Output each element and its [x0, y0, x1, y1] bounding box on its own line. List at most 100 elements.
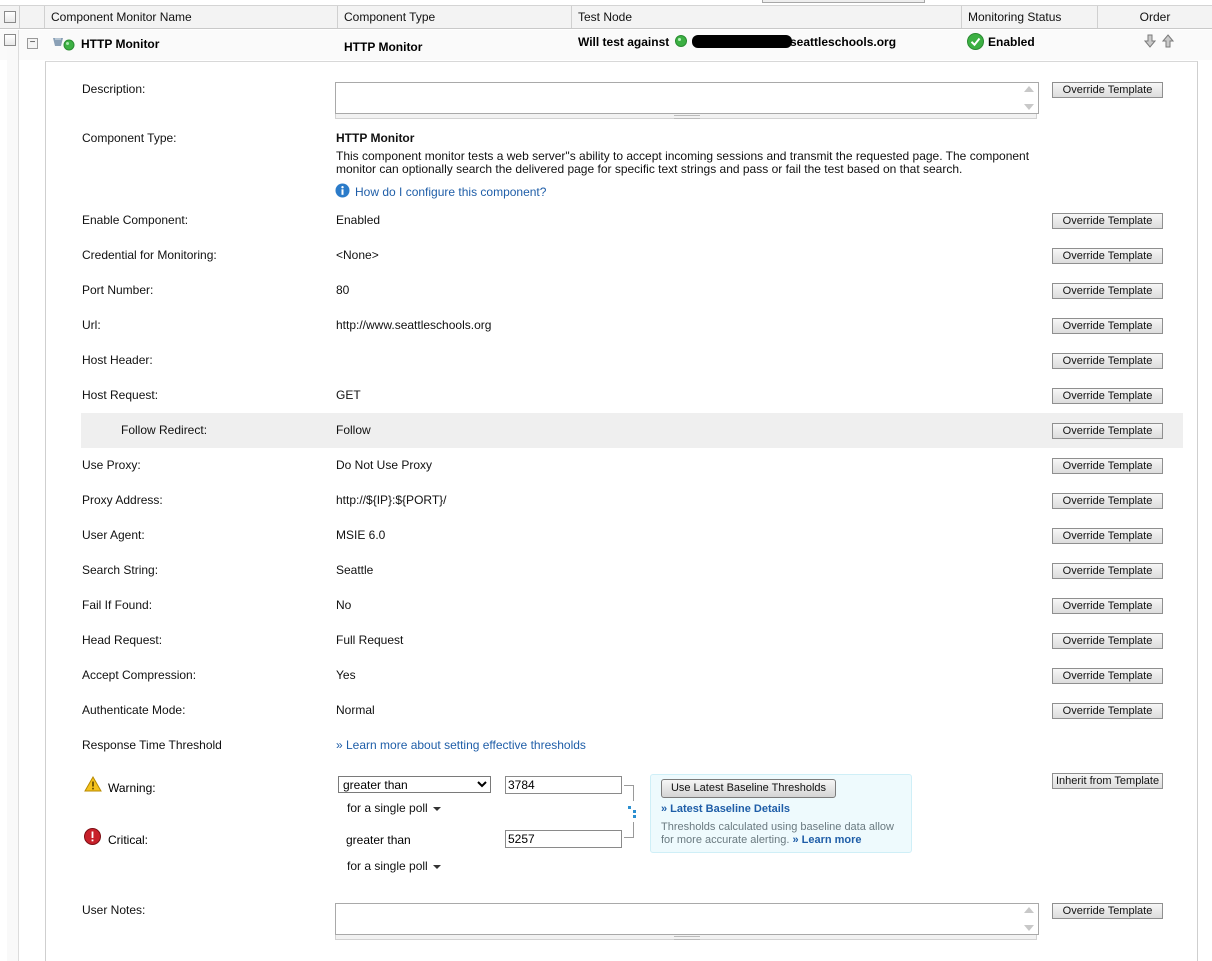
host-header-label: Host Header: [82, 353, 153, 367]
override-template-button[interactable]: Override Template [1052, 283, 1163, 299]
override-template-button[interactable]: Override Template [1052, 903, 1163, 919]
scroll-up-icon[interactable] [1024, 907, 1034, 913]
override-template-button[interactable]: Override Template [1052, 668, 1163, 684]
component-type: HTTP Monitor [344, 40, 423, 54]
header-test-node[interactable]: Test Node [572, 6, 962, 28]
component-type-label: Component Type: [82, 131, 177, 145]
move-up-icon[interactable] [1162, 34, 1174, 48]
test-node-prefix: Will test against [578, 35, 670, 49]
chevron-down-icon [432, 807, 441, 811]
link-dots-icon [628, 806, 636, 818]
row-checkbox[interactable] [4, 34, 16, 46]
threshold-learn-more-link[interactable]: » Learn more about setting effective thr… [336, 738, 586, 752]
search-string-label: Search String: [82, 563, 159, 577]
test-node-host[interactable]: seattleschools.org [790, 35, 896, 49]
http-monitor-icon [53, 38, 75, 51]
baseline-note: Thresholds calculated using baseline dat… [661, 821, 906, 847]
select-all-checkbox[interactable] [4, 11, 16, 23]
user-notes-textarea[interactable] [335, 903, 1039, 935]
enabled-check-icon [967, 33, 984, 50]
override-template-button[interactable]: Override Template [1052, 213, 1163, 229]
search-string-value: Seattle [336, 563, 374, 577]
url-value: http://www.seattleschools.org [336, 318, 492, 332]
override-template-button[interactable]: Override Template [1052, 353, 1163, 369]
user-notes-scrollbar[interactable] [1022, 904, 1038, 934]
follow-redirect-label: Follow Redirect: [121, 423, 208, 437]
fail-if-found-label: Fail If Found: [82, 598, 153, 612]
warning-label: Warning: [108, 781, 156, 795]
critical-poll-dropdown[interactable]: for a single poll [347, 859, 441, 873]
header-blank-cell [20, 6, 45, 28]
user-agent-value: MSIE 6.0 [336, 528, 386, 542]
node-up-icon [675, 35, 687, 47]
chevron-down-icon [432, 865, 441, 869]
critical-icon [84, 828, 101, 845]
user-notes-resize-grip[interactable] [335, 935, 1037, 940]
port-number-label: Port Number: [82, 283, 154, 297]
warning-poll-text: for a single poll [347, 801, 428, 815]
override-template-button[interactable]: Override Template [1052, 423, 1163, 439]
configure-help-link[interactable]: How do I configure this component? [355, 185, 546, 199]
scroll-down-icon[interactable] [1024, 925, 1034, 931]
threshold-bracket-top [624, 785, 634, 801]
info-icon [335, 183, 350, 198]
override-template-button[interactable]: Override Template [1052, 633, 1163, 649]
description-textarea[interactable] [335, 82, 1039, 114]
follow-redirect-row-highlight [81, 413, 1183, 448]
description-scrollbar[interactable] [1022, 83, 1038, 113]
baseline-learn-more-link[interactable]: » Learn more [792, 834, 861, 846]
enable-component-value: Enabled [336, 213, 381, 227]
header-component-name[interactable]: Component Monitor Name [45, 6, 338, 28]
scroll-up-icon[interactable] [1024, 86, 1034, 92]
use-proxy-value: Do Not Use Proxy [336, 458, 433, 472]
left-gutter [7, 30, 19, 961]
override-template-button[interactable]: Override Template [1052, 318, 1163, 334]
override-template-button[interactable]: Override Template [1052, 598, 1163, 614]
credential-label: Credential for Monitoring: [82, 248, 217, 262]
follow-redirect-value: Follow [336, 423, 371, 437]
credential-value: <None> [336, 248, 379, 262]
override-template-button[interactable]: Override Template [1052, 528, 1163, 544]
user-notes-label: User Notes: [82, 903, 146, 917]
port-number-value: 80 [336, 283, 350, 297]
override-template-button[interactable]: Override Template [1052, 563, 1163, 579]
enable-component-label: Enable Component: [82, 213, 189, 227]
scroll-down-icon[interactable] [1024, 104, 1034, 110]
override-template-button[interactable]: Override Template [1052, 82, 1163, 98]
critical-threshold-input[interactable]: 5257 [505, 830, 622, 848]
move-down-icon[interactable] [1144, 34, 1156, 48]
host-request-label: Host Request: [82, 388, 159, 402]
header-order[interactable]: Order [1098, 6, 1212, 28]
header-monitoring-status[interactable]: Monitoring Status [962, 6, 1098, 28]
warning-operator-select[interactable]: greater than [338, 776, 491, 793]
override-template-button[interactable]: Override Template [1052, 388, 1163, 404]
use-latest-baseline-button[interactable]: Use Latest Baseline Thresholds [661, 779, 836, 798]
authenticate-mode-value: Normal [336, 703, 375, 717]
host-request-value: GET [336, 388, 361, 402]
collapse-toggle-icon[interactable]: − [27, 38, 38, 49]
override-template-button[interactable]: Override Template [1052, 493, 1163, 509]
accept-compression-value: Yes [336, 668, 356, 682]
use-proxy-label: Use Proxy: [82, 458, 141, 472]
authenticate-mode-label: Authenticate Mode: [82, 703, 186, 717]
response-threshold-label: Response Time Threshold [82, 738, 222, 752]
fail-if-found-value: No [336, 598, 352, 612]
url-label: Url: [82, 318, 101, 332]
head-request-value: Full Request [336, 633, 404, 647]
component-description: This component monitor tests a web serve… [336, 149, 1030, 176]
user-agent-label: User Agent: [82, 528, 145, 542]
override-template-button[interactable]: Override Template [1052, 248, 1163, 264]
description-resize-grip[interactable] [335, 114, 1037, 119]
warning-threshold-input[interactable]: 3784 [505, 776, 622, 794]
accept-compression-label: Accept Compression: [82, 668, 197, 682]
inherit-from-template-button[interactable]: Inherit from Template [1052, 773, 1163, 789]
override-template-button[interactable]: Override Template [1052, 703, 1163, 719]
warning-poll-dropdown[interactable]: for a single poll [347, 801, 441, 815]
component-name[interactable]: HTTP Monitor [81, 37, 159, 51]
latest-baseline-details-link[interactable]: » Latest Baseline Details [661, 803, 790, 815]
critical-label: Critical: [108, 833, 149, 847]
description-label: Description: [82, 82, 146, 96]
override-template-button[interactable]: Override Template [1052, 458, 1163, 474]
proxy-address-value: http://${IP}:${PORT}/ [336, 493, 447, 507]
header-component-type[interactable]: Component Type [338, 6, 572, 28]
